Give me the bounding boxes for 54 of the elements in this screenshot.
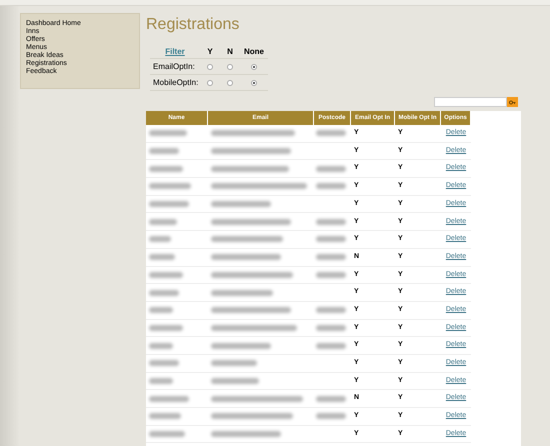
page-title: Registrations xyxy=(146,15,240,35)
radio-button[interactable] xyxy=(207,64,213,70)
radio-button[interactable] xyxy=(227,80,233,86)
blurred-postcode xyxy=(316,130,346,136)
blurred-name xyxy=(149,130,187,136)
blurred-name xyxy=(149,166,183,172)
blurred-name xyxy=(149,272,183,278)
blurred-name xyxy=(149,218,177,225)
blurred-name xyxy=(149,378,173,384)
blurred-postcode xyxy=(316,272,346,278)
blurred-name xyxy=(149,360,179,366)
blurred-email xyxy=(211,236,283,242)
column-heading: N xyxy=(226,46,234,58)
blurred-postcode xyxy=(316,236,346,242)
column-heading: None xyxy=(243,46,265,58)
blurred-name xyxy=(149,307,173,314)
blurred-name xyxy=(149,396,189,402)
radio-button[interactable] xyxy=(207,80,213,86)
blurred-email xyxy=(211,254,281,260)
blurred-name xyxy=(149,290,179,296)
blurred-postcode xyxy=(316,324,346,331)
blurred-postcode xyxy=(316,413,346,420)
radio-button[interactable] xyxy=(227,64,233,70)
filter-link[interactable]: Filter xyxy=(150,46,200,58)
blurred-name xyxy=(149,148,179,154)
key-icon xyxy=(509,100,516,104)
radio-button[interactable] xyxy=(251,64,257,70)
blurred-email xyxy=(211,378,259,384)
blurred-name xyxy=(149,183,191,190)
blurred-postcode xyxy=(316,396,346,402)
blurred-email xyxy=(211,342,271,349)
blurred-postcode xyxy=(316,183,346,190)
blurred-name xyxy=(149,342,173,349)
blurred-name xyxy=(149,254,175,260)
blurred-email xyxy=(211,360,257,366)
column-heading: Y xyxy=(206,46,214,58)
filter-label: EmailOptIn: xyxy=(152,60,196,72)
blurred-postcode xyxy=(316,307,346,314)
radio-button[interactable] xyxy=(251,80,257,86)
search-field[interactable] xyxy=(434,97,507,107)
blurred-postcode xyxy=(316,166,346,172)
blurred-name xyxy=(149,201,189,208)
blurred-postcode xyxy=(316,254,346,260)
blurred-name xyxy=(149,413,181,420)
blurred-name xyxy=(149,236,171,242)
blurred-postcode xyxy=(316,342,346,349)
search-button[interactable] xyxy=(507,97,518,107)
blurred-email xyxy=(211,201,271,208)
filter-label: MobileOptIn: xyxy=(152,76,200,88)
blurred-name xyxy=(149,431,185,438)
blurred-email xyxy=(211,290,273,296)
blurred-name xyxy=(149,324,183,331)
blurred-email xyxy=(211,431,281,438)
blurred-postcode xyxy=(316,218,346,225)
